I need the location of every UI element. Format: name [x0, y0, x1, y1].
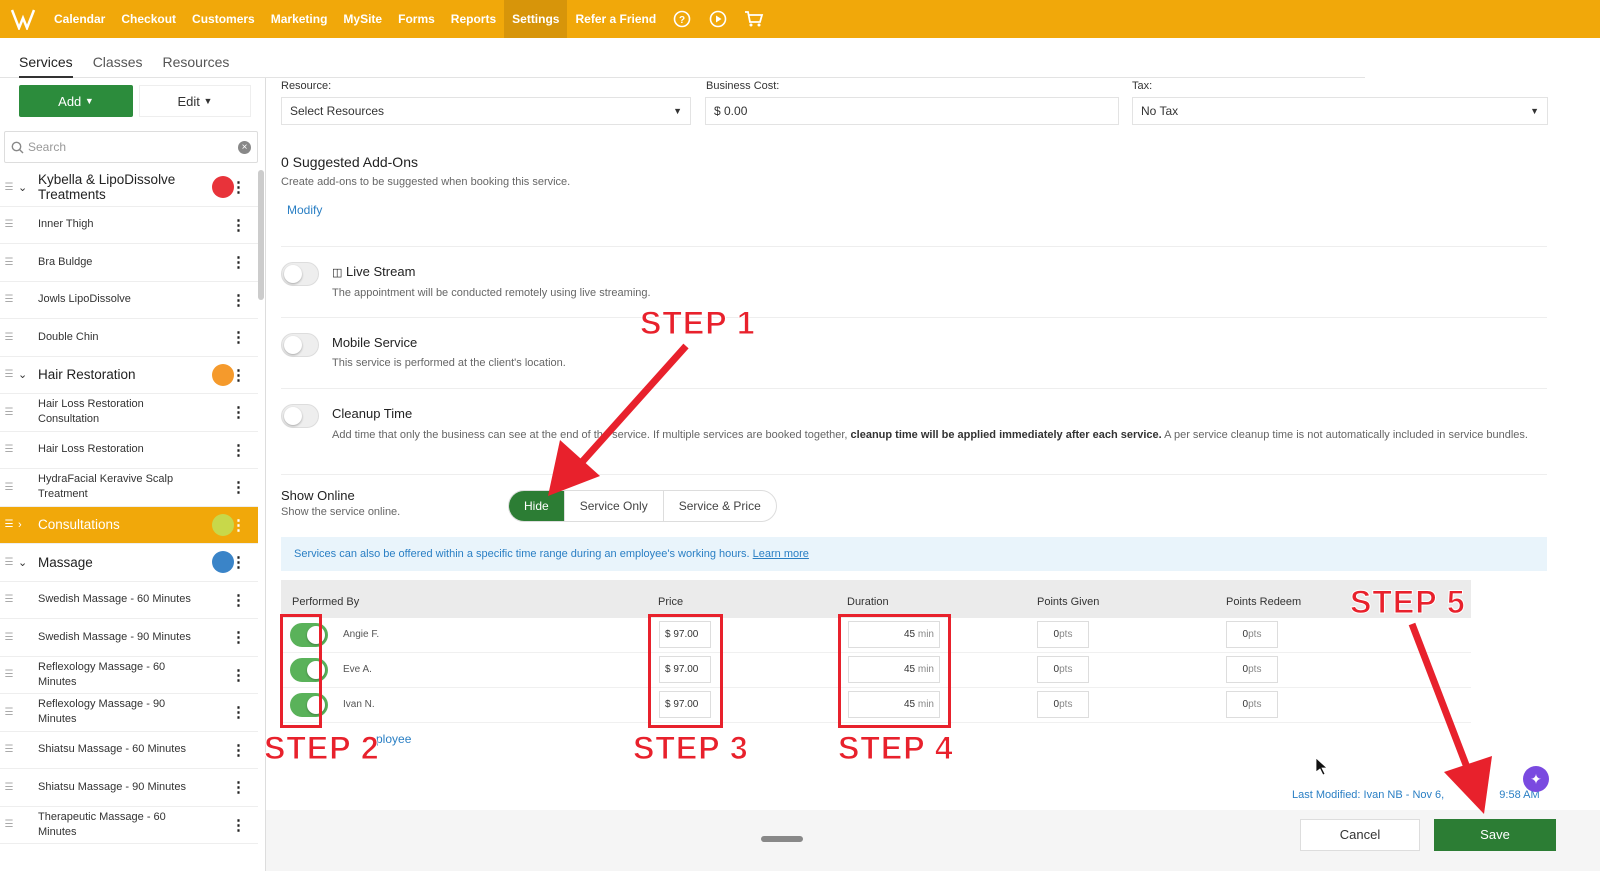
mouse-cursor-icon — [1315, 757, 1329, 776]
annotation-arrows — [548, 343, 1492, 814]
step1-arrow-icon — [548, 343, 689, 496]
step5-arrow-icon — [1408, 622, 1492, 814]
